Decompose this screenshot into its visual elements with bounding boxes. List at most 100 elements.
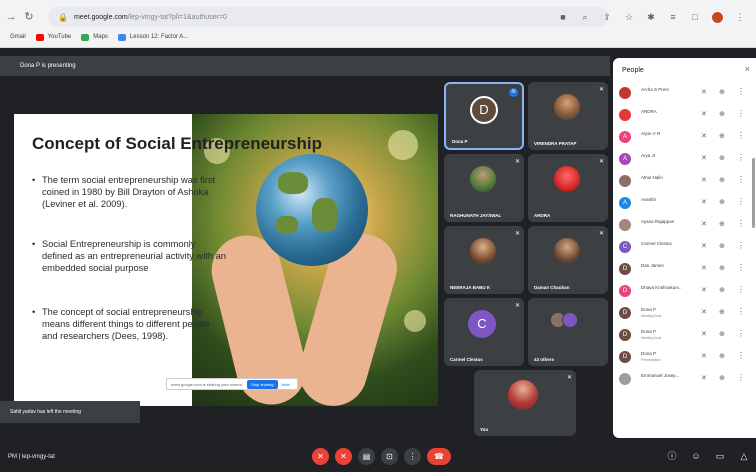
mic-muted-icon[interactable]: ✕ [701,374,707,382]
activities-icon[interactable]: △ [738,450,750,462]
star-icon[interactable]: ☆ [623,11,635,23]
mic-muted-icon[interactable]: ✕ [701,220,707,228]
hide-button[interactable]: Hide [282,382,290,387]
bookmark-lesson[interactable]: Lesson 12: Factor A... [117,33,188,41]
participant-row[interactable]: Emmanuel Josep... ✕ ⊕ ⋮ [619,370,756,390]
mic-muted-icon[interactable]: ✕ [701,264,707,272]
more-vert-icon[interactable]: ⋮ [737,307,745,316]
mic-muted-icon: ✕ [514,159,520,165]
meeting-code: PM | lep-vmgy-tat [8,454,55,460]
people-icon[interactable]: ☺ [690,450,702,462]
present-button[interactable]: ⊡ [381,448,398,465]
participant-row[interactable]: D Dona P Meeting host ✕ ⊕ ⋮ [619,326,756,346]
participant-row[interactable]: Ayana Rajappan ✕ ⊕ ⋮ [619,216,756,236]
end-call-button[interactable]: ☎ [427,448,451,465]
mic-muted-icon[interactable]: ✕ [701,110,707,118]
tile-ardra[interactable]: ✕ ARDRA [528,154,608,222]
more-options-button[interactable]: ⋮ [404,448,421,465]
more-vert-icon[interactable]: ⋮ [737,87,745,96]
reload-icon[interactable]: ↻ [22,10,36,24]
chat-icon[interactable]: ▭ [714,450,726,462]
participant-row[interactable]: A Avanthi ✕ ⊕ ⋮ [619,194,756,214]
participant-row[interactable]: D Dona P Presentation ✕ ⊕ ⋮ [619,348,756,368]
people-scrollbar[interactable] [752,158,755,228]
more-vert-icon[interactable]: ⋮ [737,175,745,184]
info-icon[interactable]: ⓘ [666,450,678,462]
tile-you[interactable]: ✕ You [474,370,576,436]
close-icon[interactable]: × [745,64,750,74]
pin-icon[interactable]: ⊕ [719,88,725,96]
search-icon[interactable]: ⌕ [579,11,591,23]
mic-off-button[interactable]: ✕ [312,448,329,465]
camera-icon[interactable]: ■ [557,11,569,23]
tile-neeraja[interactable]: ✕ NEERAJA BABU K [444,226,524,294]
back-icon[interactable]: → [4,10,18,24]
pin-icon[interactable]: ⊕ [719,110,725,118]
pin-icon[interactable]: ⊕ [719,330,725,338]
avatar: D [619,263,631,275]
camera-off-button[interactable]: ✕ [335,448,352,465]
mic-muted-icon[interactable]: ✕ [701,286,707,294]
mic-muted-icon[interactable]: ✕ [701,242,707,250]
more-vert-icon[interactable]: ⋮ [737,153,745,162]
mic-muted-icon[interactable]: ✕ [701,198,707,206]
pin-icon[interactable]: ⊕ [719,264,725,272]
pin-icon[interactable]: ⊕ [719,374,725,382]
participant-row[interactable]: D Dhava Krishnakum... ✕ ⊕ ⋮ [619,282,756,302]
mic-muted-icon[interactable]: ✕ [701,154,707,162]
bookmark-gmail[interactable]: Gmail [10,34,26,40]
mic-muted-icon[interactable]: ✕ [701,88,707,96]
participant-row[interactable]: A Arjun V R ✕ ⊕ ⋮ [619,128,756,148]
pin-icon[interactable]: ⊕ [719,242,725,250]
more-vert-icon[interactable]: ⋮ [737,241,745,250]
tile-others[interactable]: 43 others [528,298,608,366]
pin-icon[interactable]: ⊕ [719,176,725,184]
pin-icon[interactable]: ⊕ [719,308,725,316]
pin-icon[interactable]: ⊕ [719,220,725,228]
mic-muted-icon[interactable]: ✕ [701,132,707,140]
extension-icon[interactable]: ✱ [645,11,657,23]
captions-button[interactable]: ▤ [358,448,375,465]
profile-avatar[interactable] [711,10,724,24]
mic-muted-icon[interactable]: ✕ [701,330,707,338]
playlist-icon[interactable]: ≡ [667,11,679,23]
bookmark-maps[interactable]: Maps [81,33,108,41]
pin-icon[interactable]: ⊕ [719,154,725,162]
participant-row[interactable]: D Dona P Meeting host ✕ ⊕ ⋮ [619,304,756,324]
participant-row[interactable]: D Dan James ✕ ⊕ ⋮ [619,260,756,280]
split-view-icon[interactable]: □ [689,11,701,23]
share-icon[interactable]: ⇪ [601,11,613,23]
pin-icon[interactable]: ⊕ [719,352,725,360]
tile-carmel[interactable]: C ✕ Carmel Clestus [444,298,524,366]
mic-muted-icon[interactable]: ✕ [701,352,707,360]
participant-row[interactable]: Archa S Prem ✕ ⊕ ⋮ [619,84,756,104]
more-vert-icon[interactable]: ⋮ [737,131,745,140]
tile-name: RAGHUNATH JAYSWAL [450,213,502,218]
more-vert-icon[interactable]: ⋮ [737,329,745,338]
participant-row[interactable]: C Carmel Clestus ✕ ⊕ ⋮ [619,238,756,258]
pin-icon[interactable]: ⊕ [719,132,725,140]
tile-dona-p[interactable]: D ≋ Dona P [444,82,524,150]
more-vert-icon[interactable]: ⋮ [737,373,745,382]
avatar [470,166,496,192]
more-vert-icon[interactable]: ⋮ [737,109,745,118]
more-vert-icon[interactable]: ⋮ [737,197,745,206]
pin-icon[interactable]: ⊕ [719,198,725,206]
more-vert-icon[interactable]: ⋮ [737,351,745,360]
tile-daman[interactable]: ✕ Daman Chauhan [528,226,608,294]
more-vert-icon[interactable]: ⋮ [737,285,745,294]
address-bar[interactable]: 🔒 meet.google.com /lep-vmgy-tat?pli=1&au… [48,7,608,27]
tile-raghunath[interactable]: ✕ RAGHUNATH JAYSWAL [444,154,524,222]
tile-virendra[interactable]: ✕ VIRENDRA PRATAP [528,82,608,150]
bookmark-youtube[interactable]: YouTube [35,33,71,41]
mic-muted-icon[interactable]: ✕ [701,308,707,316]
stop-sharing-button[interactable]: Stop sharing [247,379,278,389]
participant-row[interactable]: A Arya Jr ✕ ⊕ ⋮ [619,150,756,170]
pin-icon[interactable]: ⊕ [719,286,725,294]
more-vert-icon[interactable]: ⋮ [737,219,745,228]
more-vert-icon[interactable]: ⋮ [737,263,745,272]
participant-row[interactable]: ARDRA ✕ ⊕ ⋮ [619,106,756,126]
participant-row[interactable]: Athul Nalin ✕ ⊕ ⋮ [619,172,756,192]
menu-icon[interactable]: ⋮ [734,11,746,23]
mic-muted-icon[interactable]: ✕ [701,176,707,184]
